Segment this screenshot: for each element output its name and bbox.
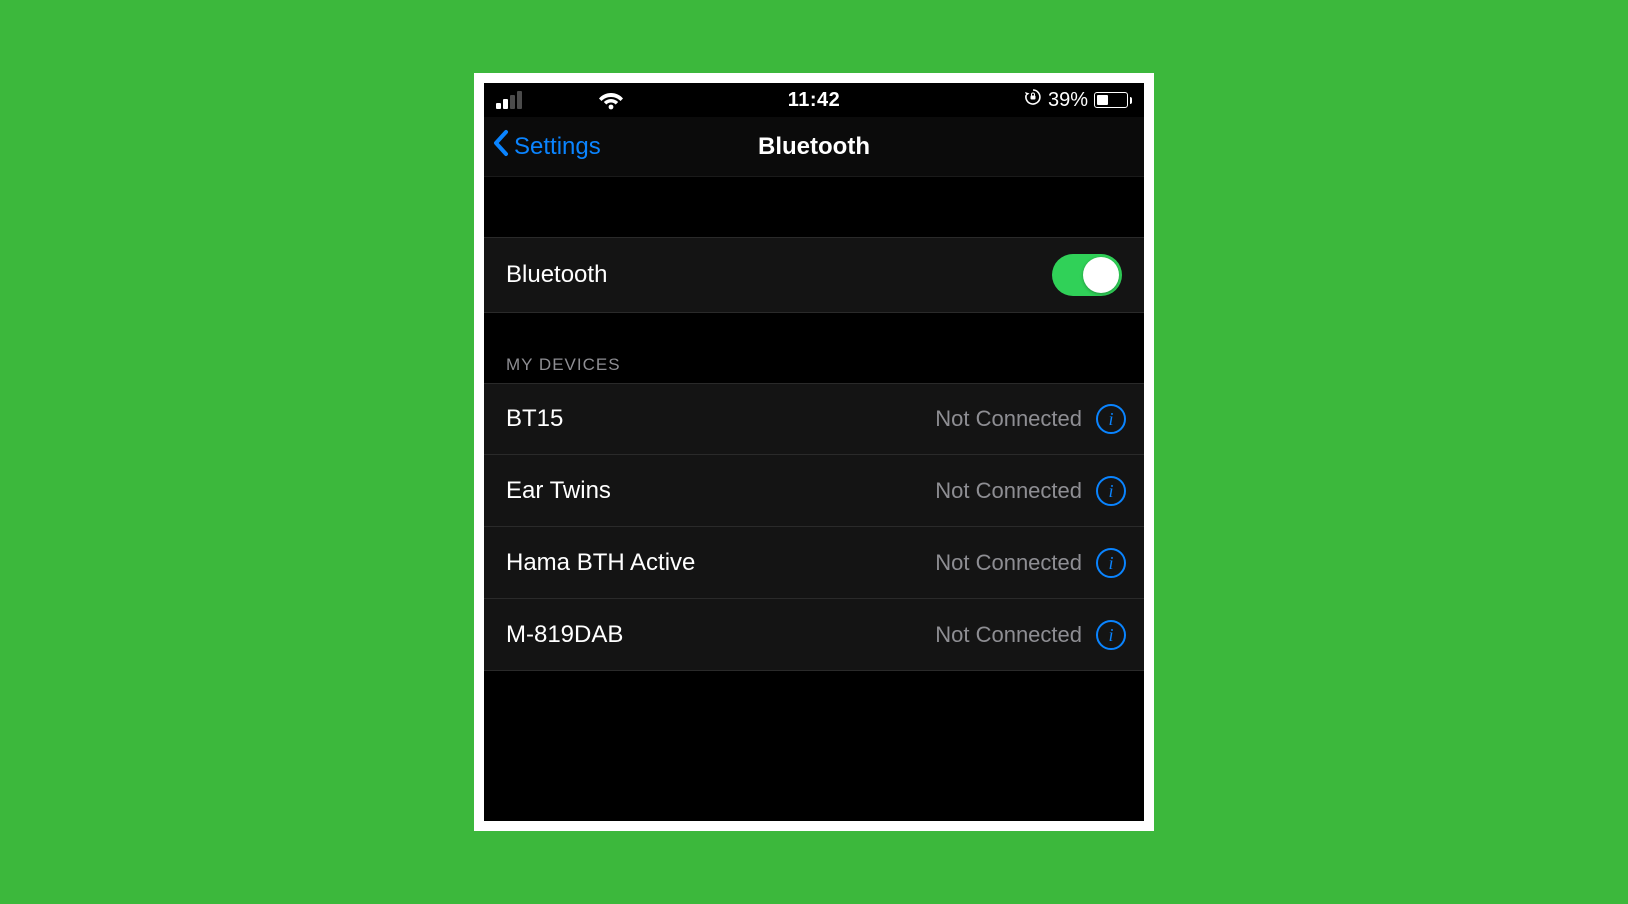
device-name-label: Hama BTH Active [506,549,935,577]
status-time: 11:42 [708,89,920,112]
my-devices-header: MY DEVICES [506,355,621,375]
phone-frame: 11:42 39% [474,73,1154,831]
device-row[interactable]: BT15 Not Connected i [484,383,1144,455]
device-name-label: M-819DAB [506,621,935,649]
device-row[interactable]: M-819DAB Not Connected i [484,599,1144,671]
chevron-left-icon [492,129,510,164]
info-icon[interactable]: i [1096,548,1126,578]
status-right: 39% [920,88,1132,112]
device-status-label: Not Connected [935,550,1082,576]
back-label: Settings [514,133,601,161]
section-gap [484,177,1144,237]
bluetooth-row-label: Bluetooth [506,261,607,289]
wifi-icon [598,90,624,110]
status-left [496,90,708,110]
bluetooth-toggle-row: Bluetooth [484,237,1144,313]
battery-percent-label: 39% [1048,89,1088,112]
status-bar: 11:42 39% [484,83,1144,117]
nav-bar: Settings Bluetooth [484,117,1144,177]
bluetooth-toggle[interactable] [1052,254,1122,296]
cellular-signal-icon [496,91,522,109]
info-icon[interactable]: i [1096,620,1126,650]
my-devices-list: BT15 Not Connected i Ear Twins Not Conne… [484,383,1144,671]
device-row[interactable]: Ear Twins Not Connected i [484,455,1144,527]
device-name-label: Ear Twins [506,477,935,505]
phone-screen: 11:42 39% [484,83,1144,821]
device-status-label: Not Connected [935,478,1082,504]
clock-label: 11:42 [788,89,841,111]
device-name-label: BT15 [506,405,935,433]
orientation-lock-icon [1024,88,1042,112]
info-icon[interactable]: i [1096,476,1126,506]
device-status-label: Not Connected [935,406,1082,432]
back-button[interactable]: Settings [484,129,601,164]
section-gap: MY DEVICES [484,313,1144,383]
device-status-label: Not Connected [935,622,1082,648]
device-row[interactable]: Hama BTH Active Not Connected i [484,527,1144,599]
info-icon[interactable]: i [1096,404,1126,434]
battery-icon [1094,92,1132,108]
